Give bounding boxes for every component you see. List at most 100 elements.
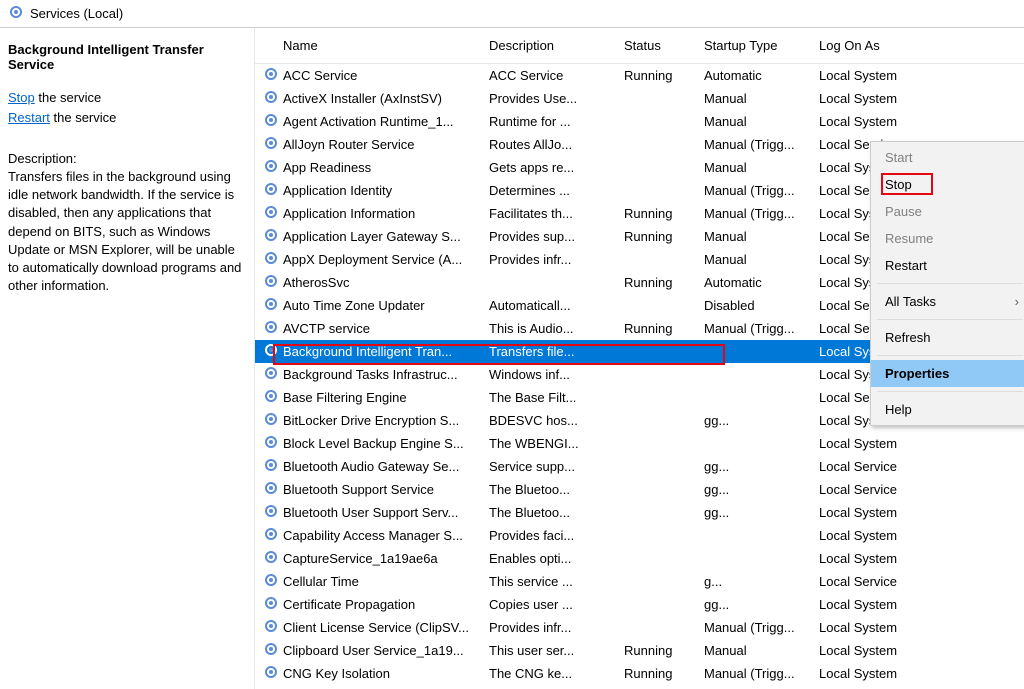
service-desc: The Base Filt... (485, 390, 620, 405)
restart-link[interactable]: Restart (8, 110, 50, 125)
service-name: CaptureService_1a19ae6a (283, 551, 438, 566)
service-name: Clipboard User Service_1a19... (283, 643, 464, 658)
service-desc: Provides faci... (485, 528, 620, 543)
service-name: Bluetooth User Support Serv... (283, 505, 458, 520)
service-name: Agent Activation Runtime_1... (283, 114, 454, 129)
service-startup: Manual (Trigg... (700, 666, 815, 681)
service-desc: This service ... (485, 574, 620, 589)
service-startup: Disabled (700, 298, 815, 313)
service-icon (263, 664, 279, 683)
service-startup: Manual (700, 114, 815, 129)
table-row[interactable]: ACC ServiceACC ServiceRunningAutomaticLo… (255, 64, 1024, 87)
table-row[interactable]: Certificate PropagationCopies user ...gg… (255, 593, 1024, 616)
col-name[interactable]: Name (255, 38, 485, 53)
service-status: Running (620, 666, 700, 681)
service-desc: This is Audio... (485, 321, 620, 336)
menu-stop[interactable]: Stop (871, 171, 1024, 198)
col-startup[interactable]: Startup Type (700, 38, 815, 53)
service-icon (263, 273, 279, 292)
service-name: Background Intelligent Tran... (283, 344, 452, 359)
service-name: Application Information (283, 206, 415, 221)
table-row[interactable]: ActiveX Installer (AxInstSV)Provides Use… (255, 87, 1024, 110)
service-actions: Stop the service Restart the service (8, 88, 246, 127)
col-status[interactable]: Status (620, 38, 700, 53)
service-desc: Copies user ... (485, 597, 620, 612)
service-icon (263, 595, 279, 614)
table-row[interactable]: Bluetooth Support ServiceThe Bluetoo...g… (255, 478, 1024, 501)
service-startup: gg... (700, 459, 815, 474)
service-logon: Local System (815, 91, 935, 106)
service-status: Running (620, 68, 700, 83)
service-name: Base Filtering Engine (283, 390, 407, 405)
detail-panel: Background Intelligent Transfer Service … (0, 28, 255, 689)
table-row[interactable]: Clipboard User Service_1a19... This user … (255, 639, 1024, 662)
table-row[interactable]: Agent Activation Runtime_1... Runtime for… (255, 110, 1024, 133)
window-title: Services (Local) (30, 6, 123, 21)
service-desc: Service supp... (485, 459, 620, 474)
service-icon (263, 549, 279, 568)
menu-properties[interactable]: Properties (871, 360, 1024, 387)
window-header: Services (Local) (0, 0, 1024, 28)
table-row[interactable]: Bluetooth Audio Gateway Se...Service sup… (255, 455, 1024, 478)
service-startup: Manual (Trigg... (700, 183, 815, 198)
services-list-panel: Name Description Status Startup Type Log… (255, 28, 1024, 689)
service-logon: Local System (815, 114, 935, 129)
restart-suffix: the service (50, 110, 116, 125)
menu-help[interactable]: Help (871, 396, 1024, 423)
service-logon: Local System (815, 436, 935, 451)
service-startup: Manual (Trigg... (700, 321, 815, 336)
menu-separator (877, 283, 1023, 284)
service-icon (263, 434, 279, 453)
service-logon: Local System (815, 620, 935, 635)
service-icon (263, 227, 279, 246)
menu-restart[interactable]: Restart (871, 252, 1024, 279)
menu-pause: Pause (871, 198, 1024, 225)
table-row[interactable]: Client License Service (ClipSV...Provide… (255, 616, 1024, 639)
table-row[interactable]: Capability Access Manager S...Provides f… (255, 524, 1024, 547)
service-desc: Provides infr... (485, 252, 620, 267)
stop-link[interactable]: Stop (8, 90, 35, 105)
service-name: Bluetooth Support Service (283, 482, 434, 497)
service-icon (263, 342, 279, 361)
service-startup: Manual (700, 229, 815, 244)
service-desc: Windows inf... (485, 367, 620, 382)
service-desc: Facilitates th... (485, 206, 620, 221)
service-desc: The CNG ke... (485, 666, 620, 681)
service-logon: Local Service (815, 574, 935, 589)
service-icon (263, 411, 279, 430)
description-label: Description: (8, 151, 246, 166)
service-startup: g... (700, 574, 815, 589)
service-logon: Local System (815, 68, 935, 83)
service-name: Client License Service (ClipSV... (283, 620, 469, 635)
table-row[interactable]: CNG Key Isolation The CNG ke...RunningMan… (255, 662, 1024, 685)
service-name: AVCTP service (283, 321, 370, 336)
service-startup: Automatic (700, 275, 815, 290)
service-desc: Runtime for ... (485, 114, 620, 129)
service-desc: The Bluetoo... (485, 505, 620, 520)
service-name: BitLocker Drive Encryption S... (283, 413, 459, 428)
table-row[interactable]: Cellular TimeThis service ...g...Local S… (255, 570, 1024, 593)
service-desc: Transfers file... (485, 344, 620, 359)
service-icon (263, 250, 279, 269)
service-icon (263, 503, 279, 522)
table-row[interactable]: Block Level Backup Engine S...The WBENGI… (255, 432, 1024, 455)
service-icon (263, 480, 279, 499)
service-startup: Manual (Trigg... (700, 206, 815, 221)
service-logon: Local System (815, 643, 935, 658)
menu-refresh[interactable]: Refresh (871, 324, 1024, 351)
service-name: CNG Key Isolation (283, 666, 390, 681)
service-icon (263, 526, 279, 545)
service-logon: Local Service (815, 459, 935, 474)
service-name: AppX Deployment Service (A... (283, 252, 462, 267)
service-startup: Manual (700, 252, 815, 267)
menu-all-tasks[interactable]: All Tasks (871, 288, 1024, 315)
table-row[interactable]: Bluetooth User Support Serv... The Blueto… (255, 501, 1024, 524)
service-desc: The Bluetoo... (485, 482, 620, 497)
service-status: Running (620, 643, 700, 658)
col-logon[interactable]: Log On As (815, 38, 935, 53)
col-description[interactable]: Description (485, 38, 620, 53)
table-row[interactable]: CaptureService_1a19ae6aEnables opti...Lo… (255, 547, 1024, 570)
service-name: App Readiness (283, 160, 371, 175)
service-desc: This user ser... (485, 643, 620, 658)
service-logon: Local System (815, 666, 935, 681)
